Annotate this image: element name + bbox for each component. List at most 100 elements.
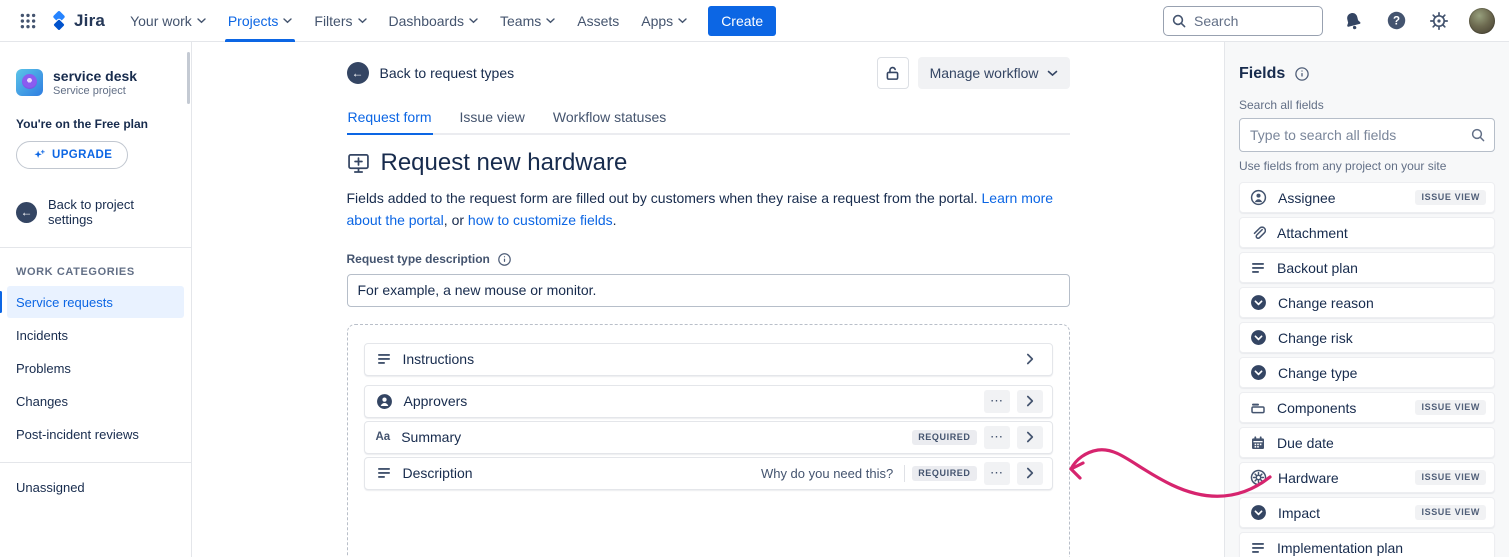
nav-item-assets[interactable]: Assets (566, 0, 630, 42)
field-card-assignee[interactable]: AssigneeISSUE VIEW (1239, 182, 1495, 213)
sidebar-divider-2 (0, 462, 191, 463)
tab-workflow-statuses[interactable]: Workflow statuses (552, 103, 667, 135)
field-card-components[interactable]: ComponentsISSUE VIEW (1239, 392, 1495, 423)
global-search-input[interactable] (1163, 6, 1323, 36)
sidebar-item-label: Incidents (16, 328, 68, 343)
sidebar-item-unassigned[interactable]: Unassigned (7, 471, 184, 503)
form-field-row-instructions[interactable]: Instructions (364, 343, 1053, 376)
expand-field-button[interactable] (1017, 426, 1043, 449)
form-field-row-description[interactable]: DescriptionWhy do you need this?REQUIRED… (364, 457, 1053, 490)
field-card-label: Attachment (1277, 225, 1348, 241)
field-card-change-risk[interactable]: Change risk (1239, 322, 1495, 353)
jira-logo[interactable]: Jira (48, 10, 105, 32)
more-options-button[interactable]: ⋯ (984, 426, 1010, 449)
fields-panel-helper: Use fields from any project on your site (1239, 159, 1495, 173)
field-card-due-date[interactable]: Due date (1239, 427, 1495, 458)
nav-item-label: Filters (314, 13, 352, 29)
sidebar-item-problems[interactable]: Problems (7, 352, 184, 384)
sidebar-scrollbar[interactable] (187, 52, 190, 104)
form-field-actions: ⋯ (984, 390, 1043, 413)
tab-request-form[interactable]: Request form (347, 103, 433, 135)
manage-workflow-label: Manage workflow (930, 65, 1039, 81)
sidebar-item-changes[interactable]: Changes (7, 385, 184, 417)
field-card-hardware[interactable]: HardwareISSUE VIEW (1239, 462, 1495, 493)
info-icon[interactable] (1294, 66, 1310, 82)
expand-field-button[interactable] (1017, 462, 1043, 485)
more-options-button[interactable]: ⋯ (984, 390, 1010, 413)
app-switcher-icon[interactable] (14, 7, 42, 35)
info-icon[interactable] (497, 252, 512, 267)
tab-issue-view[interactable]: Issue view (459, 103, 526, 135)
required-badge: REQUIRED (912, 430, 976, 445)
issue-view-badge: ISSUE VIEW (1415, 505, 1486, 520)
more-options-button[interactable]: ⋯ (984, 462, 1010, 485)
chevron-down-small-icon (469, 18, 478, 24)
form-field-label: Approvers (404, 393, 468, 409)
settings-gear-icon[interactable] (1426, 8, 1452, 34)
field-card-label: Components (1277, 400, 1356, 416)
expand-field-button[interactable] (1017, 348, 1043, 371)
create-button[interactable]: Create (708, 6, 776, 36)
fields-search-input[interactable] (1239, 118, 1495, 152)
field-card-attachment[interactable]: Attachment (1239, 217, 1495, 248)
field-card-implementation-plan[interactable]: Implementation plan (1239, 532, 1495, 557)
svg-text:?: ? (1392, 16, 1399, 28)
back-to-project-settings[interactable]: ← Back to project settings (16, 197, 175, 227)
manage-workflow-button[interactable]: Manage workflow (918, 57, 1070, 89)
select-circle-icon (1250, 504, 1267, 521)
nav-item-label: Projects (228, 13, 279, 29)
form-field-row-summary[interactable]: Aa Summary REQUIRED ⋯ (364, 421, 1053, 454)
unlock-button[interactable] (877, 57, 909, 89)
user-avatar[interactable] (1469, 8, 1495, 34)
customize-fields-link[interactable]: how to customize fields (468, 212, 613, 228)
nav-item-teams[interactable]: Teams (489, 0, 566, 42)
sidebar-item-service-requests[interactable]: Service requests (7, 286, 184, 318)
project-sidebar: service desk Service project You're on t… (0, 42, 192, 557)
sidebar-item-label: Post-incident reviews (16, 427, 139, 442)
field-card-label: Hardware (1278, 470, 1339, 486)
nav-item-dashboards[interactable]: Dashboards (378, 0, 490, 42)
chevron-right-icon (1026, 353, 1034, 365)
field-card-impact[interactable]: Impact ISSUE VIEW (1239, 497, 1495, 528)
request-type-description-input[interactable] (347, 274, 1070, 307)
intro-text-3: . (613, 212, 617, 228)
nav-item-your-work[interactable]: Your work (119, 0, 217, 42)
nav-item-apps[interactable]: Apps (630, 0, 698, 42)
nav-item-projects[interactable]: Projects (217, 0, 304, 42)
search-all-fields-label: Search all fields (1239, 98, 1495, 112)
page-title: Request new hardware (381, 149, 628, 177)
help-icon[interactable]: ? (1383, 8, 1409, 34)
chevron-right-icon (1026, 395, 1034, 407)
upgrade-button[interactable]: UPGRADE (16, 141, 128, 169)
form-field-label: Summary (401, 429, 461, 445)
paperclip-icon (1250, 225, 1266, 241)
expand-field-button[interactable] (1017, 390, 1043, 413)
fields-panel: Fields Search all fields Use fields from… (1224, 42, 1509, 557)
field-card-change-reason[interactable]: Change reason (1239, 287, 1495, 318)
field-card-label: Impact (1278, 505, 1320, 521)
back-to-request-types[interactable]: ← Back to request types (347, 62, 515, 84)
field-card-change-type[interactable]: Change type (1239, 357, 1495, 388)
sidebar-item-incidents[interactable]: Incidents (7, 319, 184, 351)
nav-item-filters[interactable]: Filters (303, 0, 377, 42)
person-filled-icon (376, 393, 393, 410)
sidebar-item-label: Changes (16, 394, 68, 409)
calendar-icon (1250, 435, 1266, 451)
notifications-bell-icon[interactable] (1340, 8, 1366, 34)
aa-text-icon: Aa (376, 432, 391, 444)
field-card-label: Assignee (1278, 190, 1336, 206)
field-card-label: Change risk (1278, 330, 1353, 346)
field-card-label: Due date (1277, 435, 1334, 451)
sidebar-item-post-incident-reviews[interactable]: Post-incident reviews (7, 418, 184, 450)
request-form-dropzone[interactable]: Instructions Approvers ⋯ Aa Summary REQUIRED ⋯… (347, 324, 1070, 557)
field-card-backout-plan[interactable]: Backout plan (1239, 252, 1495, 283)
intro-paragraph: Fields added to the request form are fil… (347, 188, 1070, 232)
project-type: Service project (53, 85, 137, 97)
sidebar-item-label: Unassigned (16, 480, 85, 495)
primary-nav: Your workProjectsFiltersDashboardsTeamsA… (119, 0, 698, 42)
sparkle-icon (32, 148, 46, 162)
text-lines-icon (376, 465, 392, 481)
form-field-row-approvers[interactable]: Approvers ⋯ (364, 385, 1053, 418)
work-categories-heading: WORK CATEGORIES (16, 266, 175, 278)
fields-panel-title: Fields (1239, 65, 1285, 83)
